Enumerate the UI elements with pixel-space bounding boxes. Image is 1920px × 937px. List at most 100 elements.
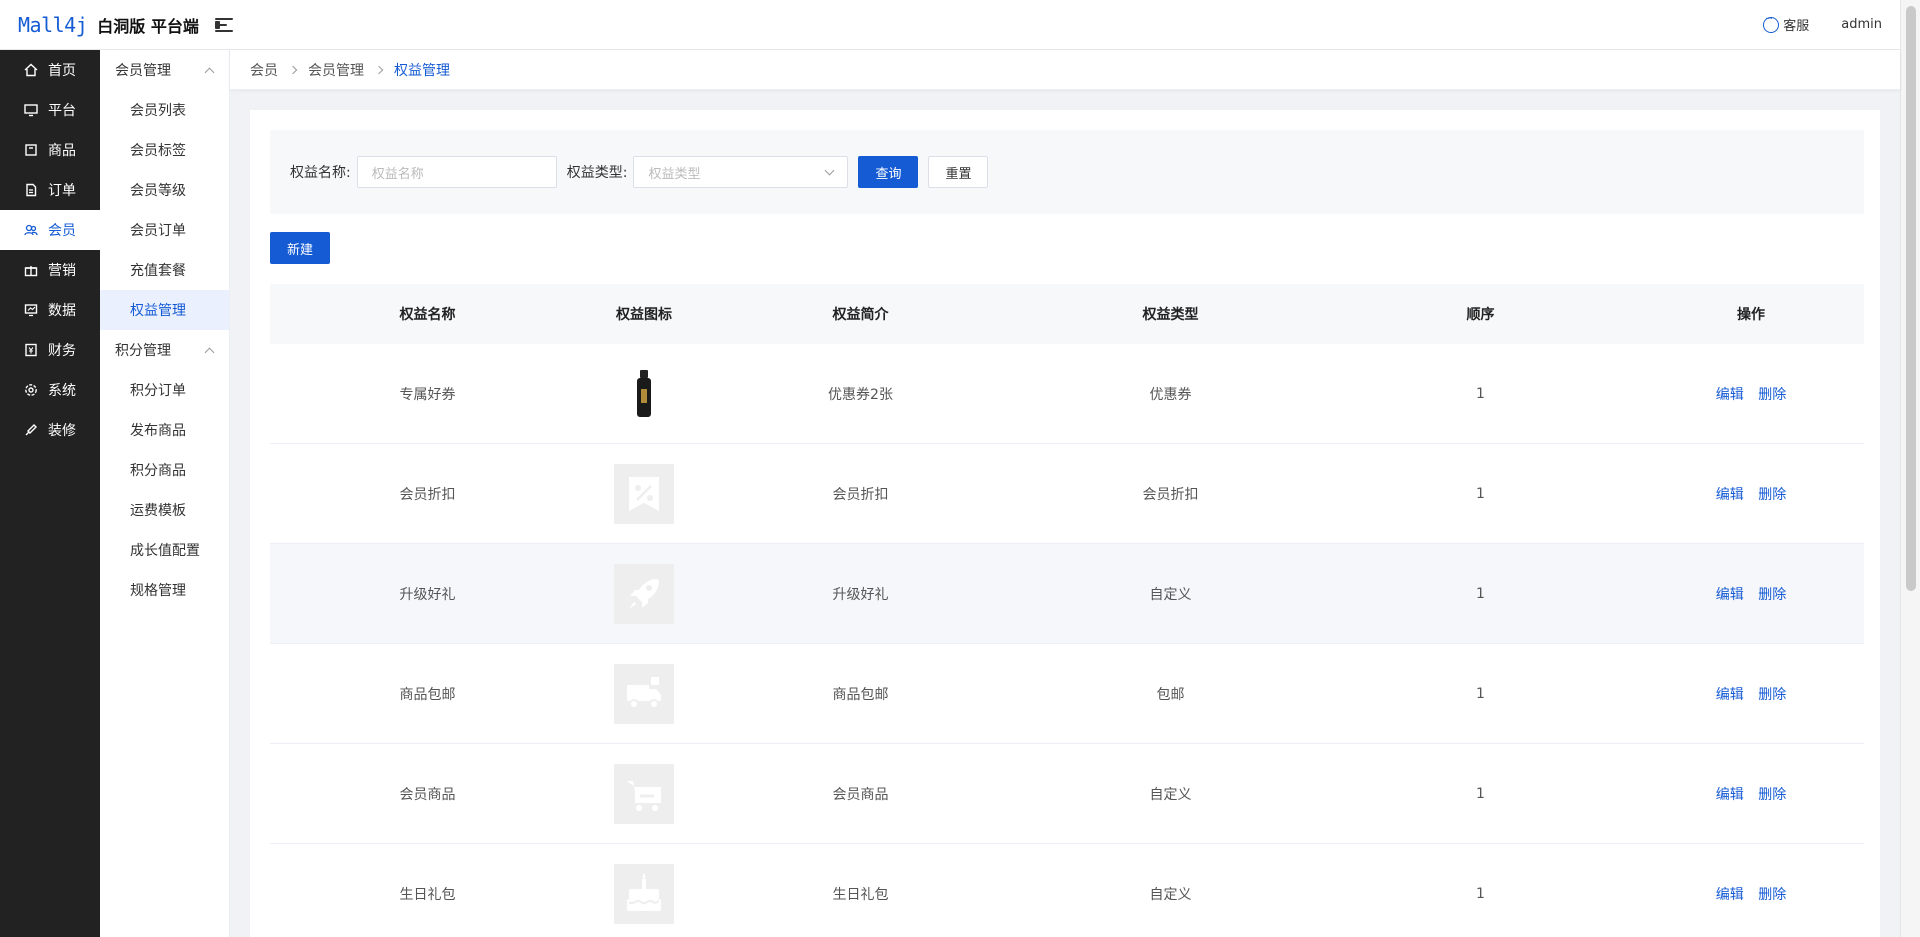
edit-button[interactable]: 编辑 bbox=[1716, 487, 1744, 503]
delete-button[interactable]: 删除 bbox=[1758, 487, 1786, 503]
cell-icon bbox=[585, 663, 703, 724]
delete-button[interactable]: 删除 bbox=[1758, 787, 1786, 803]
query-button[interactable]: 查询 bbox=[858, 156, 919, 188]
percent-icon bbox=[614, 463, 674, 524]
chevron-right-icon bbox=[288, 65, 298, 74]
cell-intro: 会员折扣 bbox=[832, 486, 889, 503]
delete-button[interactable]: 删除 bbox=[1758, 687, 1786, 703]
cell-type: 自定义 bbox=[1149, 886, 1192, 903]
table-row: 商品包邮 商品包邮 包邮 1 编辑 删除 bbox=[270, 644, 1864, 744]
edit-button[interactable]: 编辑 bbox=[1716, 587, 1744, 603]
nav-label: 装修 bbox=[48, 423, 76, 439]
nav-item-goods[interactable]: 商品 bbox=[0, 130, 100, 170]
submenu-item-member-list[interactable]: 会员列表 bbox=[100, 90, 229, 130]
submenu-item-member-levels[interactable]: 会员等级 bbox=[100, 170, 229, 210]
nav-label: 订单 bbox=[48, 183, 76, 199]
customer-service-button[interactable]: 客服 bbox=[1763, 14, 1810, 34]
nav-item-decorate[interactable]: 装修 bbox=[0, 410, 100, 450]
table-row: 会员商品 会员商品 自定义 1 编辑 删除 bbox=[270, 744, 1864, 844]
nav-item-orders[interactable]: 订单 bbox=[0, 170, 100, 210]
cell-name: 商品包邮 bbox=[399, 686, 456, 703]
cell-order: 1 bbox=[1476, 385, 1485, 402]
breadcrumb-current: 权益管理 bbox=[394, 62, 450, 79]
delete-button[interactable]: 删除 bbox=[1758, 587, 1786, 603]
collapse-menu-icon[interactable] bbox=[214, 17, 233, 32]
chevron-up-icon bbox=[204, 347, 215, 357]
cell-type: 优惠券 bbox=[1149, 386, 1192, 403]
customer-service-label: 客服 bbox=[1783, 19, 1810, 34]
submenu-item-member-tags[interactable]: 会员标签 bbox=[100, 130, 229, 170]
cell-intro: 优惠券2张 bbox=[828, 386, 893, 403]
main-nav: 首页 平台 商品 订单 会员 营销 数据 财务 系统 装修 bbox=[0, 50, 100, 937]
col-header-actions: 操作 bbox=[1737, 307, 1765, 323]
cell-order: 1 bbox=[1476, 585, 1485, 602]
submenu-group-points-management[interactable]: 积分管理 bbox=[100, 330, 229, 370]
submenu-item-shipping-template[interactable]: 运费模板 bbox=[100, 490, 229, 530]
table-row: 生日礼包 生日礼包 自定义 1 编辑 删除 bbox=[270, 844, 1864, 937]
nav-label: 平台 bbox=[48, 103, 76, 119]
gear-icon bbox=[24, 383, 38, 397]
cell-intro: 升级好礼 bbox=[832, 586, 889, 603]
cell-type: 自定义 bbox=[1149, 586, 1192, 603]
nav-item-system[interactable]: 系统 bbox=[0, 370, 100, 410]
nav-item-home[interactable]: 首页 bbox=[0, 50, 100, 90]
new-button[interactable]: 新建 bbox=[270, 232, 331, 264]
col-header-order: 顺序 bbox=[1466, 307, 1495, 323]
app-title: 白洞版 平台端 bbox=[97, 16, 199, 36]
rocket-icon bbox=[614, 563, 674, 624]
logo[interactable]: Mall4j 白洞版 平台端 bbox=[0, 13, 199, 37]
submenu-item-member-orders[interactable]: 会员订单 bbox=[100, 210, 229, 250]
box-icon bbox=[24, 143, 38, 157]
submenu-item-spec-management[interactable]: 规格管理 bbox=[100, 570, 229, 610]
edit-button[interactable]: 编辑 bbox=[1716, 787, 1744, 803]
users-icon bbox=[24, 223, 38, 237]
name-label: 权益名称: bbox=[290, 165, 351, 181]
submenu-item-recharge-packages[interactable]: 充值套餐 bbox=[100, 250, 229, 290]
submenu-item-publish-goods[interactable]: 发布商品 bbox=[100, 410, 229, 450]
product-photo bbox=[614, 363, 674, 424]
scrollbar-thumb[interactable] bbox=[1906, 6, 1916, 591]
cell-name: 会员折扣 bbox=[399, 486, 456, 503]
breadcrumb-item[interactable]: 会员 bbox=[250, 60, 278, 80]
cell-order: 1 bbox=[1476, 785, 1485, 802]
submenu-group-member-management[interactable]: 会员管理 bbox=[100, 50, 229, 90]
delete-button[interactable]: 删除 bbox=[1758, 387, 1786, 403]
nav-item-platform[interactable]: 平台 bbox=[0, 90, 100, 130]
table-row: 会员折扣 会员折扣 会员折扣 1 编辑 删除 bbox=[270, 444, 1864, 544]
cell-type: 包邮 bbox=[1156, 686, 1185, 703]
submenu-item-growth-config[interactable]: 成长值配置 bbox=[100, 530, 229, 570]
submenu-item-points-goods[interactable]: 积分商品 bbox=[100, 450, 229, 490]
col-header-icon: 权益图标 bbox=[616, 307, 672, 323]
cell-actions: 编辑 删除 bbox=[1638, 784, 1864, 804]
submenu-item-points-orders[interactable]: 积分订单 bbox=[100, 370, 229, 410]
reset-button[interactable]: 重置 bbox=[928, 156, 989, 188]
cell-icon bbox=[585, 763, 703, 824]
nav-item-members[interactable]: 会员 bbox=[0, 210, 100, 250]
user-menu[interactable]: admin bbox=[1841, 17, 1882, 32]
benefit-type-select[interactable]: 权益类型 bbox=[633, 156, 849, 188]
logo-text: Mall4j bbox=[18, 12, 88, 37]
edit-button[interactable]: 编辑 bbox=[1716, 387, 1744, 403]
cell-intro: 会员商品 bbox=[832, 786, 889, 803]
submenu-item-benefits[interactable]: 权益管理 bbox=[100, 290, 229, 330]
edit-button[interactable]: 编辑 bbox=[1716, 687, 1744, 703]
sub-menu: 会员管理 会员列表 会员标签 会员等级 会员订单 充值套餐 权益管理 积分管理 … bbox=[100, 50, 230, 937]
edit-button[interactable]: 编辑 bbox=[1716, 887, 1744, 903]
chevron-down-icon bbox=[824, 165, 835, 176]
nav-item-finance[interactable]: 财务 bbox=[0, 330, 100, 370]
document-icon bbox=[24, 183, 38, 197]
table-header: 权益名称 权益图标 权益简介 权益类型 顺序 操作 bbox=[270, 284, 1864, 344]
delete-button[interactable]: 删除 bbox=[1758, 887, 1786, 903]
page-scrollbar[interactable] bbox=[1900, 0, 1920, 937]
nav-label: 会员 bbox=[48, 223, 76, 239]
benefits-table: 权益名称 权益图标 权益简介 权益类型 顺序 操作 专属好券 优惠券2张 优惠券 bbox=[270, 284, 1864, 937]
home-icon bbox=[24, 63, 38, 77]
benefit-name-input[interactable]: 权益名称 bbox=[356, 156, 557, 188]
breadcrumb-item[interactable]: 会员管理 bbox=[308, 60, 364, 80]
cell-icon bbox=[585, 563, 703, 624]
gift-icon bbox=[24, 263, 38, 277]
col-header-type: 权益类型 bbox=[1142, 307, 1199, 323]
nav-item-data[interactable]: 数据 bbox=[0, 290, 100, 330]
nav-item-marketing[interactable]: 营销 bbox=[0, 250, 100, 290]
cell-icon bbox=[585, 363, 703, 424]
